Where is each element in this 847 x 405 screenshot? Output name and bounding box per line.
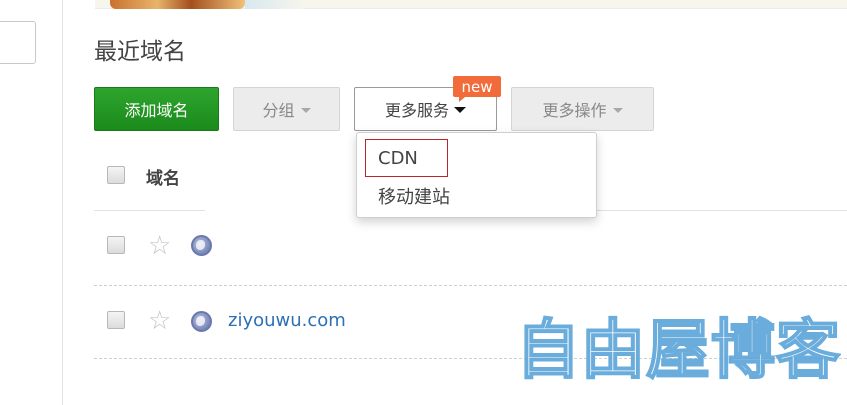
more-services-menu: CDN 移动建站 <box>356 132 597 218</box>
more-actions-label: 更多操作 <box>542 101 607 120</box>
watermark: 自由屋博客 <box>515 314 841 388</box>
row-checkbox[interactable] <box>107 311 125 329</box>
caret-down-icon <box>612 108 623 113</box>
group-dropdown-button[interactable]: 分组 <box>233 87 340 131</box>
domain-column-header: 域名 <box>146 169 180 189</box>
page-title: 最近域名 <box>94 39 186 65</box>
more-actions-button[interactable]: 更多操作 <box>511 87 654 131</box>
group-label: 分组 <box>262 101 295 120</box>
new-badge: new <box>453 76 501 102</box>
star-outline-icon[interactable]: ☆ <box>148 308 171 334</box>
caret-down-icon <box>454 107 466 113</box>
select-all-checkbox[interactable] <box>107 166 125 184</box>
menu-item-cdn[interactable]: CDN <box>378 148 418 169</box>
menu-item-mobile-site[interactable]: 移动建站 <box>378 183 450 209</box>
domain-link[interactable]: ziyouwu.com <box>228 310 346 331</box>
caret-down-icon <box>300 108 311 113</box>
header-divider-gap <box>205 205 360 213</box>
add-domain-button[interactable]: 添加域名 <box>94 87 219 131</box>
top-banner[interactable] <box>95 0 847 9</box>
left-search-input[interactable] <box>0 21 36 64</box>
banner-image <box>110 0 245 9</box>
globe-icon <box>191 311 212 332</box>
row-checkbox[interactable] <box>107 236 125 254</box>
row-divider <box>94 285 847 286</box>
more-services-label: 更多服务 <box>384 101 449 120</box>
star-outline-icon[interactable]: ☆ <box>148 233 171 259</box>
globe-icon <box>191 235 212 256</box>
add-domain-label: 添加域名 <box>124 101 189 120</box>
left-panel <box>0 0 63 405</box>
banner-fade <box>245 0 305 9</box>
